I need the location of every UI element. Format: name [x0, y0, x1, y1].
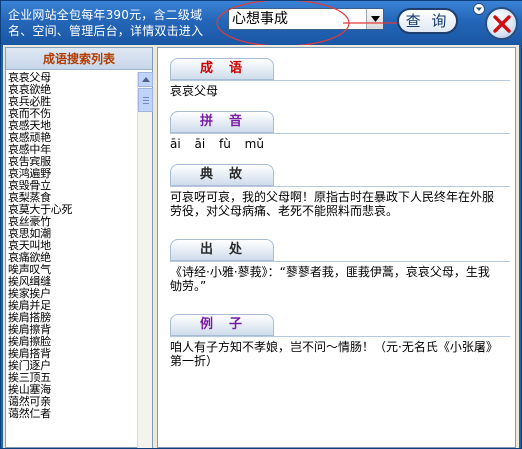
list-item[interactable]: 蔼然仁者 — [8, 408, 136, 420]
list-header: 成语搜索列表 — [6, 48, 152, 70]
query-button[interactable]: 查 询 — [397, 8, 458, 34]
section-tag: 出处 — [170, 239, 274, 261]
titlebar: 企业网站全包每年390元，含二级域名、空间、管理后台，详情双击进入 心想事成 查… — [1, 1, 522, 47]
scroll-thumb[interactable] — [138, 88, 153, 112]
close-button[interactable] — [485, 7, 518, 40]
content-area: 成语搜索列表 哀哀父母 哀哀欲绝 哀兵必胜 哀而不伤 哀感天地 哀感顽艳 哀感中年 哀吿宾服哀… — [3, 45, 519, 448]
vertical-scrollbar[interactable] — [137, 72, 153, 448]
dropdown-button[interactable] — [366, 9, 383, 29]
section-tag: 成语 — [170, 58, 274, 80]
section-tag: 典故 — [170, 164, 274, 186]
chevron-up-icon — [142, 77, 150, 82]
idiom-detail-panel: 成语哀哀父母拼音 āi āi fù mǔ 典故可哀呀可哀，我的父母啊！原指古时在暴政… — [157, 47, 516, 448]
close-icon — [493, 15, 511, 33]
section-text: āi āi fù mǔ — [170, 137, 264, 151]
section-text: 哀哀父母 — [170, 84, 219, 98]
section-text: 可哀呀可哀，我的父母啊！原指古时在暴政下人民终年在外服劳役，对父母病痛、老死不能… — [170, 190, 495, 218]
section-tag: 例子 — [170, 314, 274, 336]
idiom-search-value[interactable]: 心想事成 — [232, 11, 288, 28]
section-text: 咱人有子方知不孝娘，岂不问～情肠！（元·无名氏《小张屠》第一折） — [170, 340, 498, 368]
section-divider — [170, 261, 510, 262]
idiom-list-panel: 成语搜索列表 哀哀父母 哀哀欲绝 哀兵必胜 哀而不伤 哀感天地 哀感顽艳 哀感中年 哀吿宾服哀… — [5, 47, 153, 448]
section-divider — [170, 336, 510, 337]
section-tag: 拼音 — [170, 111, 274, 133]
section-divider — [170, 186, 510, 187]
scroll-up-button[interactable] — [138, 72, 153, 87]
menu-arrow-icon[interactable] — [473, 3, 485, 15]
section-divider — [170, 80, 510, 81]
ad-banner-text[interactable]: 企业网站全包每年390元，含二级域名、空间、管理后台，详情双击进入 — [8, 7, 223, 39]
app-window: 企业网站全包每年390元，含二级域名、空间、管理后台，详情双击进入 心想事成 查… — [0, 0, 522, 449]
chevron-down-icon — [371, 16, 380, 22]
idiom-search-combo[interactable]: 心想事成 — [228, 8, 384, 30]
idiom-list[interactable]: 哀哀父母 哀哀欲绝 哀兵必胜 哀而不伤 哀感天地 哀感顽艳 哀感中年 哀吿宾服 哀鸿遍野 哀毁骨立… — [8, 72, 136, 448]
section-divider — [170, 133, 510, 134]
section-text: 《诗经·小雅·蓼莪》：“蓼蓼者莪，匪莪伊蒿，哀哀父母，生我劬劳。” — [170, 265, 490, 293]
